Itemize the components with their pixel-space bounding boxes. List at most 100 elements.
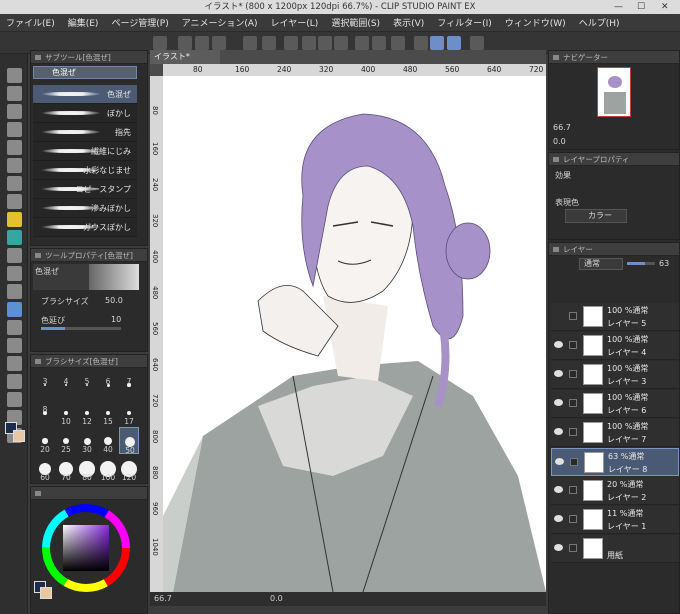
clear-icon[interactable] [302, 36, 316, 50]
brush-item[interactable]: 色混ぜ [33, 85, 137, 104]
layer-lock-checkbox[interactable] [569, 486, 577, 494]
layer-name[interactable]: レイヤー 7 [607, 434, 646, 445]
help-icon[interactable] [470, 36, 484, 50]
brush-size-cell[interactable]: 40 [98, 427, 118, 454]
undo-icon[interactable] [243, 36, 257, 50]
show-selection-icon[interactable] [414, 36, 428, 50]
brush-size-cell[interactable]: 8 [35, 399, 55, 426]
menu-help[interactable]: ヘルプ(H) [579, 16, 620, 29]
selection-icon[interactable] [7, 140, 22, 155]
fill-icon[interactable] [318, 36, 332, 50]
menu-file[interactable]: ファイル(E) [6, 16, 55, 29]
expression-color-select[interactable]: カラー [565, 209, 627, 223]
menu-edit[interactable]: 編集(E) [68, 16, 99, 29]
invert-selection-icon[interactable] [391, 36, 405, 50]
brush-size-cell[interactable]: 12 [77, 399, 97, 426]
layer-name[interactable]: レイヤー 1 [607, 521, 646, 532]
close-icon[interactable]: ✕ [661, 0, 669, 14]
menu-page[interactable]: ページ管理(P) [111, 16, 168, 29]
menu-window[interactable]: ウィンドウ(W) [505, 16, 566, 29]
menu-selection[interactable]: 選択範囲(S) [331, 16, 380, 29]
brush-size-cell[interactable]: 80 [77, 455, 97, 482]
menu-animation[interactable]: アニメーション(A) [182, 16, 258, 29]
brush-item[interactable]: ぼかし [33, 104, 137, 123]
pen-icon[interactable] [7, 194, 22, 209]
brush-size-cell[interactable]: 70 [56, 455, 76, 482]
color-stretch-slider[interactable] [41, 327, 121, 330]
layer-lock-checkbox[interactable] [569, 399, 577, 407]
menu-view[interactable]: 表示(V) [393, 16, 424, 29]
visibility-eye-icon[interactable] [554, 341, 563, 348]
crop-icon[interactable] [372, 36, 386, 50]
snap-special-ruler-icon[interactable] [447, 36, 461, 50]
opacity-slider[interactable] [627, 262, 655, 265]
eraser-icon[interactable] [7, 266, 22, 281]
subtool-group-tab[interactable]: 色混ぜ [33, 66, 137, 79]
decoration-icon[interactable] [7, 284, 22, 299]
opacity-value[interactable]: 63 [659, 259, 669, 268]
maximize-icon[interactable]: ☐ [637, 0, 645, 14]
fill-tool-icon[interactable] [7, 320, 22, 335]
minimize-icon[interactable]: — [614, 0, 623, 14]
layer-name[interactable]: レイヤー 5 [607, 318, 646, 329]
navigator-rotation[interactable]: 0.0 [553, 137, 566, 146]
layer-row[interactable]: 100 %通常 レイヤー 4 [551, 332, 679, 360]
layer-row[interactable]: 100 %通常 レイヤー 5 [551, 303, 679, 331]
brush-size-cell[interactable]: 60 [35, 455, 55, 482]
ruler-icon[interactable] [7, 392, 22, 407]
layer-lock-checkbox[interactable] [570, 458, 578, 466]
brush-icon[interactable] [7, 230, 22, 245]
color-wheel[interactable] [41, 503, 131, 593]
new-file-icon[interactable] [178, 36, 192, 50]
blend-icon[interactable] [7, 302, 22, 317]
gradient-icon[interactable] [7, 338, 22, 353]
layer-name[interactable]: レイヤー 6 [607, 405, 646, 416]
eyedropper-icon[interactable] [7, 176, 22, 191]
brush-size-value[interactable]: 50.0 [105, 296, 123, 305]
visibility-eye-icon[interactable] [555, 458, 564, 465]
brush-item[interactable]: ガウスぼかし [33, 218, 137, 237]
document-tab[interactable]: イラスト* [150, 50, 220, 64]
snap-ruler-icon[interactable] [430, 36, 444, 50]
sub-color-chip[interactable] [40, 587, 52, 599]
brush-size-cell[interactable]: 10 [56, 399, 76, 426]
visibility-eye-icon[interactable] [554, 370, 563, 377]
clip-studio-icon[interactable] [153, 36, 167, 50]
layer-name[interactable]: レイヤー 2 [607, 492, 646, 503]
canvas-paper[interactable] [163, 76, 546, 592]
layer-name[interactable]: レイヤー 4 [607, 347, 646, 358]
brush-item[interactable]: 水彩なじませ [33, 161, 137, 180]
layer-row[interactable]: 20 %通常 レイヤー 2 [551, 477, 679, 505]
brush-item[interactable]: 繊維にじみ [33, 142, 137, 161]
visibility-eye-icon[interactable] [554, 544, 563, 551]
navigator-thumbnail[interactable] [597, 67, 631, 117]
visibility-eye-icon[interactable] [554, 399, 563, 406]
brush-size-cell[interactable]: 3 [35, 371, 55, 398]
brush-size-cell[interactable]: 50 [119, 427, 139, 455]
layer-lock-checkbox[interactable] [569, 428, 577, 436]
brush-size-cell[interactable]: 17 [119, 399, 139, 426]
visibility-eye-icon[interactable] [554, 486, 563, 493]
visibility-eye-icon[interactable] [554, 515, 563, 522]
frame-icon[interactable] [7, 374, 22, 389]
layer-name[interactable]: レイヤー 8 [608, 464, 647, 475]
brush-size-cell[interactable]: 7 [119, 371, 139, 398]
auto-select-icon[interactable] [7, 158, 22, 173]
navigator-zoom[interactable]: 66.7 [553, 123, 571, 132]
deselect-icon[interactable] [355, 36, 369, 50]
layer-row[interactable]: 100 %通常 レイヤー 7 [551, 419, 679, 447]
layer-lock-checkbox[interactable] [569, 515, 577, 523]
sub-color-swatch[interactable] [13, 430, 25, 442]
layer-lock-checkbox[interactable] [569, 370, 577, 378]
visibility-eye-icon[interactable] [554, 428, 563, 435]
zoom-icon[interactable] [7, 68, 22, 83]
blend-mode-select[interactable]: 通常 [579, 258, 623, 270]
hand-icon[interactable] [7, 86, 22, 101]
airbrush-icon[interactable] [7, 248, 22, 263]
operation-icon[interactable] [7, 104, 22, 119]
zoom-value[interactable]: 66.7 [154, 594, 172, 603]
brush-item[interactable]: コピースタンプ [33, 180, 137, 199]
pencil-icon[interactable] [7, 212, 22, 227]
open-file-icon[interactable] [195, 36, 209, 50]
transform-icon[interactable] [334, 36, 348, 50]
